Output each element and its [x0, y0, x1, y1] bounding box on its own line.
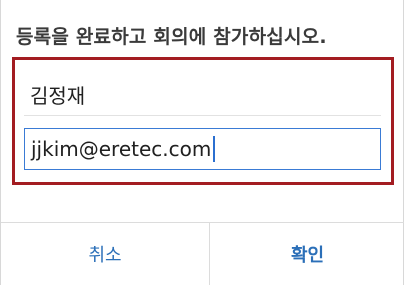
email-field[interactable]: jjkim@eretec.com — [24, 128, 381, 170]
name-field[interactable]: 김정재 — [24, 74, 381, 116]
email-value: jjkim@eretec.com — [31, 137, 212, 161]
registration-dialog: 등록을 완료하고 회의에 참가하십시오. 김정재 jjkim@eretec.co… — [0, 0, 404, 285]
text-caret — [213, 136, 216, 162]
cancel-button[interactable]: 취소 — [1, 223, 209, 285]
ok-button[interactable]: 확인 — [210, 223, 404, 285]
dialog-title: 등록을 완료하고 회의에 참가하십시오. — [16, 26, 327, 48]
name-value: 김정재 — [30, 84, 86, 108]
